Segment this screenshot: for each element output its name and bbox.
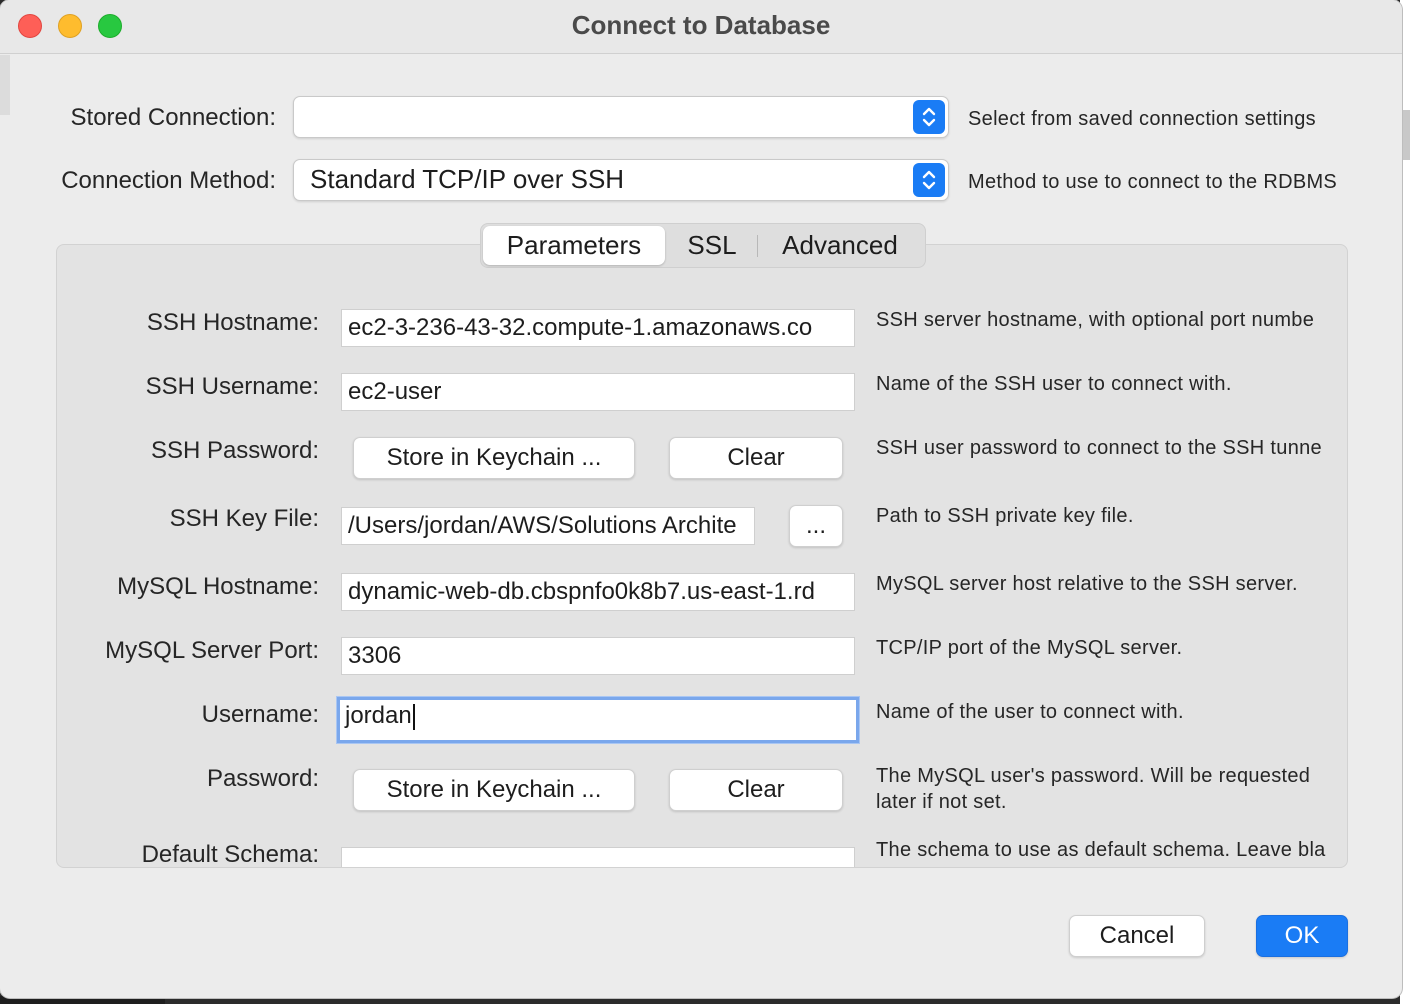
password-store-button[interactable]: Store in Keychain ... <box>353 769 635 811</box>
connection-method-select[interactable]: Standard TCP/IP over SSH <box>293 159 949 201</box>
ssh-username-input[interactable]: ec2-user <box>341 373 855 411</box>
ssh-password-hint: SSH user password to connect to the SSH … <box>876 437 1322 459</box>
select-stepper-icon <box>913 100 945 134</box>
ssh-key-file-label: SSH Key File: <box>169 505 319 532</box>
tab-advanced[interactable]: Advanced <box>763 224 917 267</box>
text-caret <box>412 703 415 730</box>
ssh-username-label: SSH Username: <box>145 373 319 400</box>
mysql-port-input[interactable]: 3306 <box>341 637 855 675</box>
cancel-button[interactable]: Cancel <box>1069 915 1205 957</box>
tab-separator <box>757 235 758 257</box>
mysql-port-label: MySQL Server Port: <box>105 637 319 664</box>
ssh-key-file-input[interactable]: /Users/jordan/AWS/Solutions Archite <box>341 507 755 545</box>
mysql-port-hint: TCP/IP port of the MySQL server. <box>876 637 1183 659</box>
connect-dialog: Connect to Database Stored Connection: S… <box>0 0 1402 998</box>
stored-connection-label: Stored Connection: <box>70 104 276 131</box>
ssh-key-file-hint: Path to SSH private key file. <box>876 505 1134 527</box>
ssh-key-file-browse-button[interactable]: ... <box>789 505 843 547</box>
ssh-username-hint: Name of the SSH user to connect with. <box>876 373 1232 395</box>
username-label: Username: <box>201 701 319 728</box>
window-title: Connect to Database <box>571 10 831 40</box>
ssh-password-label: SSH Password: <box>150 437 319 464</box>
password-hint-line1: The MySQL user's password. Will be reque… <box>876 765 1311 787</box>
mysql-hostname-hint: MySQL server host relative to the SSH se… <box>876 573 1298 595</box>
window-edge-strip <box>0 55 10 115</box>
password-hint-line2: later if not set. <box>876 791 1007 813</box>
connection-method-hint: Method to use to connect to the RDBMS <box>968 171 1338 193</box>
mysql-hostname-label: MySQL Hostname: <box>117 573 319 600</box>
title-bar: Connect to Database <box>0 0 1402 54</box>
ok-button[interactable]: OK <box>1256 915 1348 957</box>
tab-ssl[interactable]: SSL <box>671 224 753 267</box>
default-schema-input[interactable] <box>341 847 855 867</box>
default-schema-hint: The schema to use as default schema. Lea… <box>876 839 1326 861</box>
username-value: jordan <box>345 702 412 729</box>
ssh-hostname-input[interactable]: ec2-3-236-43-32.compute-1.amazonaws.co <box>341 309 855 347</box>
mysql-hostname-input[interactable]: dynamic-web-db.cbspnfo0k8b7.us-east-1.rd <box>341 573 855 611</box>
username-hint: Name of the user to connect with. <box>876 701 1184 723</box>
ssh-hostname-label: SSH Hostname: <box>146 309 319 336</box>
connection-method-label: Connection Method: <box>61 167 276 194</box>
password-clear-button[interactable]: Clear <box>669 769 843 811</box>
ssh-hostname-hint: SSH server hostname, with optional port … <box>876 309 1315 331</box>
username-input[interactable]: jordan <box>337 697 859 743</box>
ssh-password-store-button[interactable]: Store in Keychain ... <box>353 437 635 479</box>
tab-parameters[interactable]: Parameters <box>483 226 665 265</box>
password-label: Password: <box>206 765 319 792</box>
stored-connection-hint: Select from saved connection settings <box>968 108 1316 130</box>
connection-method-value: Standard TCP/IP over SSH <box>310 164 625 194</box>
select-stepper-icon <box>913 163 945 197</box>
stored-connection-select[interactable] <box>293 96 949 138</box>
default-schema-label: Default Schema: <box>141 841 319 868</box>
parameters-panel: SSH Hostname: ec2-3-236-43-32.compute-1.… <box>56 244 1348 868</box>
ssh-password-clear-button[interactable]: Clear <box>669 437 843 479</box>
tab-bar: Parameters SSL Advanced <box>480 223 926 268</box>
